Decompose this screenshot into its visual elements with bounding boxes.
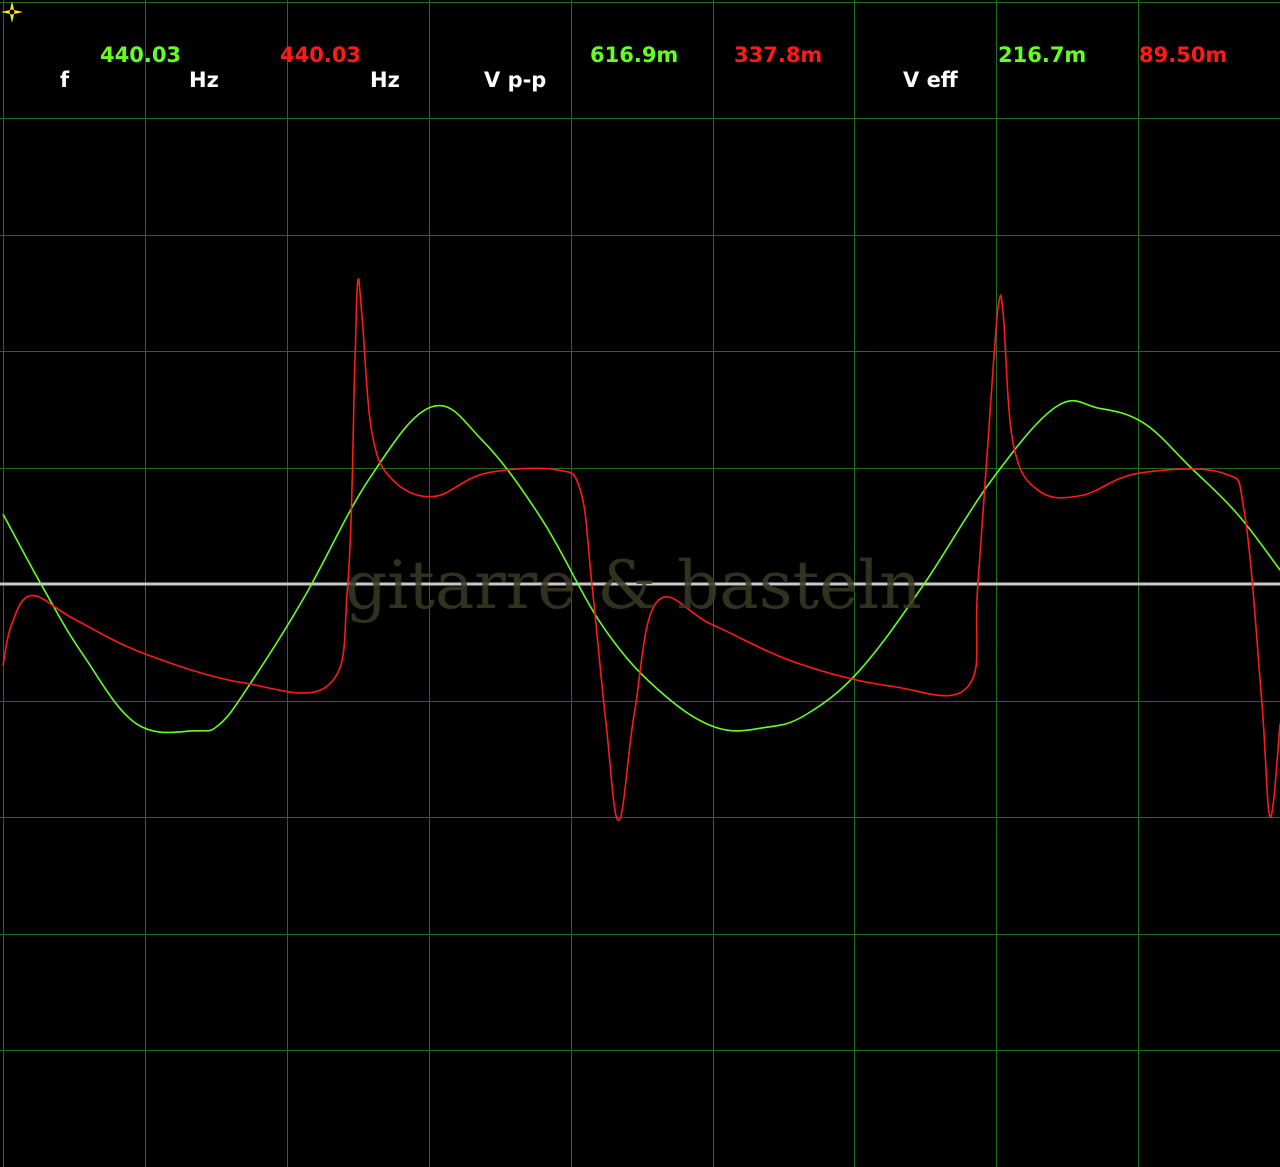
ch1-frequency-value: 440.03 <box>100 43 182 67</box>
ch2-vpp-value: 337.8m <box>734 43 823 67</box>
channel-2-trace <box>2 278 1280 822</box>
oscilloscope-window: gitarre & basteln f 440.03 Hz 440.03 Hz … <box>0 0 1280 1167</box>
ch2-frequency-unit: Hz <box>370 68 400 92</box>
trace-layer <box>2 278 1280 822</box>
vpp-label: V p-p <box>484 68 547 92</box>
channel-1-trace <box>2 399 1280 734</box>
frequency-label: f <box>60 68 70 92</box>
ch1-veff-value: 216.7m <box>998 43 1087 67</box>
veff-label: V eff <box>903 68 958 92</box>
oscilloscope-screen <box>0 0 1280 1167</box>
ch1-vpp-value: 616.9m <box>590 43 679 67</box>
ch2-frequency-value: 440.03 <box>280 43 362 67</box>
crosshair-cursor-icon[interactable] <box>0 0 24 24</box>
ch1-frequency-unit: Hz <box>189 68 219 92</box>
ch2-veff-value: 89.50m <box>1139 43 1228 67</box>
